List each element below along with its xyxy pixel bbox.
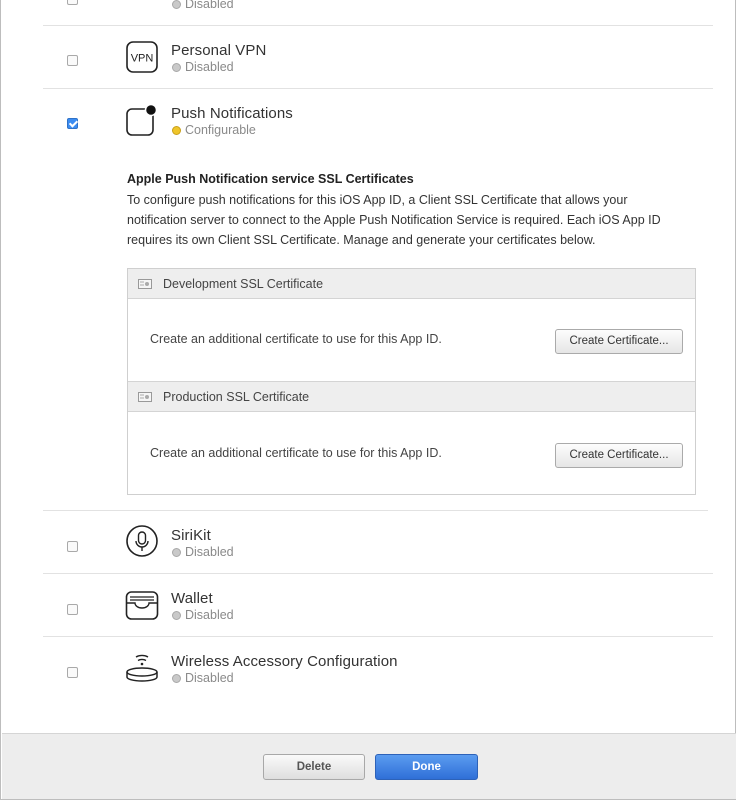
status-text: Disabled xyxy=(185,608,234,622)
status-text: Disabled xyxy=(185,0,234,11)
service-status-wireless-accessory: Disabled xyxy=(172,671,234,685)
push-section-description: To configure push notifications for this… xyxy=(127,193,661,247)
divider xyxy=(43,88,713,89)
app-services-panel: Disabled VPN Personal VPN Disabled Push … xyxy=(0,0,736,800)
configurable-dot-icon xyxy=(172,125,181,135)
done-button[interactable]: Done xyxy=(375,754,478,780)
certificates-box: Development SSL Certificate Create an ad… xyxy=(127,268,696,495)
create-production-certificate-button[interactable]: Create Certificate... xyxy=(555,443,683,468)
service-status-wallet: Disabled xyxy=(172,608,234,622)
development-cert-header: Development SSL Certificate xyxy=(128,269,695,299)
microphone-icon xyxy=(125,524,159,558)
divider xyxy=(43,636,713,637)
service-name-wallet: Wallet xyxy=(171,590,213,607)
divider xyxy=(43,25,713,26)
push-section-title: Apple Push Notification service SSL Cert… xyxy=(127,172,414,186)
service-checkbox-partial[interactable] xyxy=(67,0,78,5)
status-dot-icon xyxy=(172,547,181,557)
service-name-wireless-accessory: Wireless Accessory Configuration xyxy=(171,653,398,670)
production-cert-text: Create an additional certificate to use … xyxy=(150,446,442,460)
checkbox-wallet[interactable] xyxy=(67,604,78,615)
checkbox-sirikit[interactable] xyxy=(67,541,78,552)
service-status-personal-vpn: Disabled xyxy=(172,60,234,74)
svg-text:VPN: VPN xyxy=(131,53,154,65)
checkbox-push-notifications[interactable] xyxy=(67,118,78,129)
status-dot-icon xyxy=(172,0,181,9)
checkbox-personal-vpn[interactable] xyxy=(67,55,78,66)
service-status-partial: Disabled xyxy=(172,0,234,11)
certificate-icon xyxy=(138,392,152,402)
footer-bar: Delete Done xyxy=(2,733,736,799)
status-text: Disabled xyxy=(185,60,234,74)
wireless-accessory-icon xyxy=(125,651,159,685)
development-cert-title: Development SSL Certificate xyxy=(163,277,324,291)
status-dot-icon xyxy=(172,610,181,620)
status-text: Configurable xyxy=(185,123,256,137)
wallet-icon xyxy=(125,588,159,622)
service-status-push-notifications: Configurable xyxy=(172,123,256,137)
status-dot-icon xyxy=(172,673,181,683)
checkbox-wireless-accessory[interactable] xyxy=(67,667,78,678)
service-status-sirikit: Disabled xyxy=(172,545,234,559)
status-text: Disabled xyxy=(185,545,234,559)
push-notifications-icon xyxy=(125,103,159,138)
development-cert-text: Create an additional certificate to use … xyxy=(150,332,442,346)
certificate-icon xyxy=(138,279,152,289)
production-cert-title: Production SSL Certificate xyxy=(163,390,310,404)
create-development-certificate-button[interactable]: Create Certificate... xyxy=(555,329,683,354)
service-name-sirikit: SiriKit xyxy=(171,527,211,544)
production-cert-header: Production SSL Certificate xyxy=(128,382,695,412)
status-dot-icon xyxy=(172,62,181,72)
divider xyxy=(43,573,713,574)
vpn-icon: VPN xyxy=(125,40,159,74)
divider xyxy=(43,510,708,511)
delete-button[interactable]: Delete xyxy=(263,754,365,780)
service-name-push-notifications: Push Notifications xyxy=(171,105,293,122)
status-text: Disabled xyxy=(185,671,234,685)
service-name-personal-vpn: Personal VPN xyxy=(171,42,267,59)
